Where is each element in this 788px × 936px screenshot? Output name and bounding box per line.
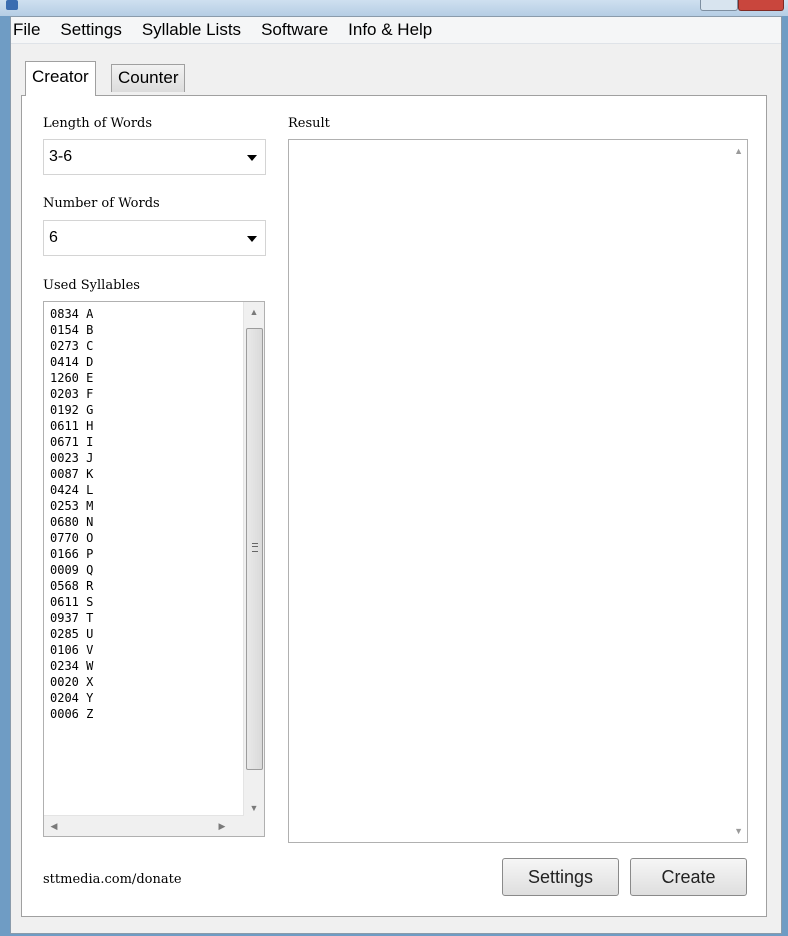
scroll-down-icon[interactable]: ▼ bbox=[734, 826, 743, 836]
app-window: File Settings Syllable Lists Software In… bbox=[10, 16, 782, 934]
close-button[interactable] bbox=[738, 0, 784, 11]
menu-bar: File Settings Syllable Lists Software In… bbox=[11, 17, 781, 44]
grip-icon bbox=[252, 543, 258, 552]
result-label: Result bbox=[288, 116, 330, 131]
tab-counter[interactable]: Counter bbox=[111, 64, 186, 92]
chevron-down-icon bbox=[247, 155, 257, 161]
list-item[interactable]: 0253 M bbox=[50, 498, 93, 514]
scroll-up-icon[interactable]: ▲ bbox=[734, 146, 743, 156]
tab-creator[interactable]: Creator bbox=[25, 61, 96, 96]
list-item[interactable]: 0023 J bbox=[50, 450, 93, 466]
create-button[interactable]: Create bbox=[630, 858, 747, 896]
minimize-button[interactable] bbox=[700, 0, 738, 11]
list-item[interactable]: 0154 B bbox=[50, 322, 93, 338]
list-item[interactable]: 0285 U bbox=[50, 626, 93, 642]
list-item[interactable]: 0106 V bbox=[50, 642, 93, 658]
list-item[interactable]: 0204 Y bbox=[50, 690, 93, 706]
app-icon bbox=[6, 0, 18, 10]
list-item[interactable]: 0568 R bbox=[50, 578, 93, 594]
list-item[interactable]: 0671 I bbox=[50, 434, 93, 450]
list-item[interactable]: 0020 X bbox=[50, 674, 93, 690]
length-of-words-value: 3-6 bbox=[49, 148, 73, 165]
menu-info-help[interactable]: Info & Help bbox=[338, 17, 442, 43]
list-item[interactable]: 0273 C bbox=[50, 338, 93, 354]
list-item[interactable]: 0166 P bbox=[50, 546, 93, 562]
length-of-words-select[interactable]: 3-6 bbox=[43, 139, 266, 175]
list-item[interactable]: 0611 H bbox=[50, 418, 93, 434]
list-item[interactable]: 0680 N bbox=[50, 514, 93, 530]
list-item[interactable]: 0424 L bbox=[50, 482, 93, 498]
list-item[interactable]: 0192 G bbox=[50, 402, 93, 418]
syllable-items: 0834 A 0154 B 0273 C 0414 D 1260 E 0203 F 0192… bbox=[50, 306, 93, 722]
list-item[interactable]: 0611 S bbox=[50, 594, 93, 610]
scroll-left-icon[interactable]: ◀ bbox=[44, 816, 64, 836]
list-item[interactable]: 0834 A bbox=[50, 306, 93, 322]
length-of-words-label: Length of Words bbox=[43, 116, 153, 131]
menu-settings[interactable]: Settings bbox=[50, 17, 131, 43]
list-item[interactable]: 0006 Z bbox=[50, 706, 93, 722]
number-of-words-select[interactable]: 6 bbox=[43, 220, 266, 256]
vertical-scrollbar[interactable]: ▲ ▼ bbox=[243, 302, 264, 818]
used-syllables-label: Used Syllables bbox=[43, 278, 140, 293]
list-item[interactable]: 0087 K bbox=[50, 466, 93, 482]
scroll-down-icon[interactable]: ▼ bbox=[244, 798, 264, 818]
list-item[interactable]: 0009 Q bbox=[50, 562, 93, 578]
list-item[interactable]: 0770 O bbox=[50, 530, 93, 546]
number-of-words-value: 6 bbox=[49, 229, 58, 246]
chevron-down-icon bbox=[247, 236, 257, 242]
settings-button[interactable]: Settings bbox=[502, 858, 619, 896]
scroll-up-icon[interactable]: ▲ bbox=[244, 302, 264, 322]
list-item[interactable]: 0414 D bbox=[50, 354, 93, 370]
menu-file[interactable]: File bbox=[11, 17, 50, 43]
title-bar bbox=[0, 0, 788, 16]
donate-link[interactable]: sttmedia.com/donate bbox=[43, 872, 182, 887]
list-item[interactable]: 0937 T bbox=[50, 610, 93, 626]
scroll-thumb[interactable] bbox=[246, 328, 263, 770]
horizontal-scrollbar[interactable]: ◀ ▶ bbox=[44, 815, 244, 836]
list-item[interactable]: 1260 E bbox=[50, 370, 93, 386]
used-syllables-list[interactable]: 0834 A 0154 B 0273 C 0414 D 1260 E 0203 F 0192… bbox=[43, 301, 265, 837]
scroll-right-icon[interactable]: ▶ bbox=[212, 816, 232, 836]
scroll-corner bbox=[244, 816, 264, 836]
number-of-words-label: Number of Words bbox=[43, 196, 160, 211]
list-item[interactable]: 0203 F bbox=[50, 386, 93, 402]
menu-software[interactable]: Software bbox=[251, 17, 338, 43]
list-item[interactable]: 0234 W bbox=[50, 658, 93, 674]
result-textarea[interactable]: ▲ ▼ bbox=[288, 139, 748, 843]
menu-syllable-lists[interactable]: Syllable Lists bbox=[132, 17, 251, 43]
creator-panel: Length of Words 3-6 Number of Words 6 Us… bbox=[21, 95, 767, 917]
